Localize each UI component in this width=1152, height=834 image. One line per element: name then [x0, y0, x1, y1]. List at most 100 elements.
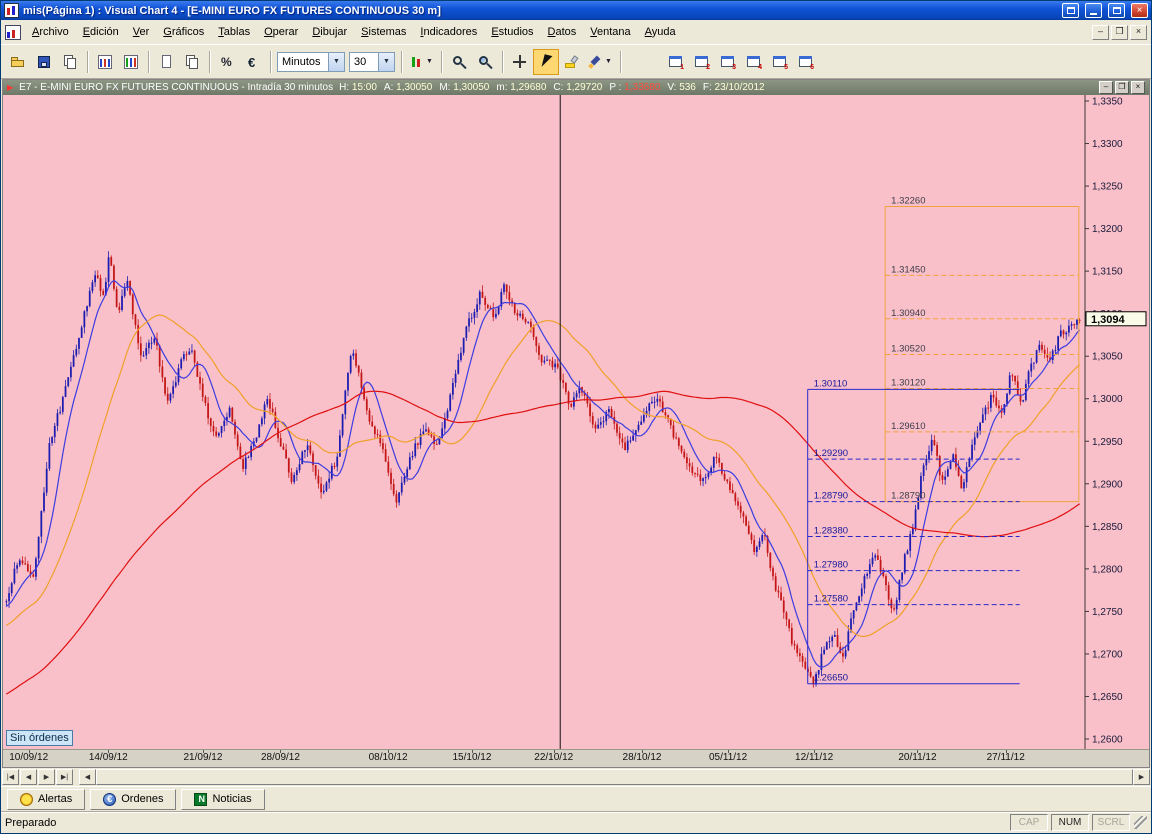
toolbar-separator	[620, 51, 621, 73]
cursor-button[interactable]	[533, 49, 559, 75]
nav-next-button[interactable]: ▶	[38, 769, 55, 785]
svg-text:1,3350: 1,3350	[1092, 97, 1123, 108]
svg-text:1,3050: 1,3050	[1092, 352, 1123, 363]
bar-chart-button[interactable]	[92, 49, 118, 75]
scrollbar-thumb[interactable]	[96, 769, 1133, 785]
pen-icon	[587, 54, 603, 70]
svg-text:1,3200: 1,3200	[1092, 224, 1123, 235]
close-button[interactable]: ×	[1131, 3, 1148, 18]
bar-chart-alt-icon	[123, 54, 139, 70]
svg-text:1.27980: 1.27980	[814, 560, 848, 571]
svg-text:1.30110: 1.30110	[814, 378, 848, 389]
menu-item-ayuda[interactable]: Ayuda	[638, 23, 683, 41]
scroll-right-arrow[interactable]: ▶	[1133, 769, 1150, 785]
svg-text:1.29290: 1.29290	[814, 448, 848, 459]
toolbar-separator	[270, 51, 271, 73]
menu-item-edicion[interactable]: Edición	[76, 23, 126, 41]
candle-chart-button[interactable]: ▼	[406, 49, 437, 75]
nav-first-button[interactable]: |◀	[2, 769, 19, 785]
open-button[interactable]	[5, 49, 31, 75]
tab-label: Alertas	[38, 793, 72, 805]
tab-ordenes[interactable]: Ordenes	[90, 789, 176, 810]
link-window-1-button[interactable]: 1	[663, 49, 689, 75]
percent-button[interactable]	[214, 49, 240, 75]
svg-text:1.30120: 1.30120	[891, 378, 925, 389]
nav-last-button[interactable]: ▶|	[56, 769, 73, 785]
new-page-icon	[158, 54, 174, 70]
timeframe-select[interactable]: Minutos▼	[277, 52, 345, 72]
percent-icon	[219, 54, 235, 70]
zoom-in-button[interactable]	[472, 49, 498, 75]
mdi-minimize-button[interactable]: –	[1092, 25, 1109, 40]
horizontal-scrollbar[interactable]: ◀ ▶	[79, 769, 1150, 785]
menu-item-indicadores[interactable]: Indicadores	[413, 23, 484, 41]
menu-item-graficos[interactable]: Gráficos	[156, 23, 211, 41]
svg-text:1,2950: 1,2950	[1092, 437, 1123, 448]
x-axis-band: 10/09/1214/09/1221/09/1228/09/1208/10/12…	[3, 749, 1149, 767]
copy-button[interactable]	[57, 49, 83, 75]
menu-item-operar[interactable]: Operar	[257, 23, 305, 41]
chart-field-label: P :	[609, 82, 621, 93]
menu-item-archivo[interactable]: Archivo	[25, 23, 76, 41]
link-window-3-button[interactable]: 3	[715, 49, 741, 75]
dropdown-arrow-icon[interactable]: ▼	[424, 51, 435, 73]
menu-item-tablas[interactable]: Tablas	[211, 23, 257, 41]
toolbar-separator	[401, 51, 402, 73]
chart-restore-button[interactable]: ❒	[1115, 81, 1129, 94]
menu-item-dibujar[interactable]: Dibujar	[305, 23, 354, 41]
period-select-dropdown-arrow-icon[interactable]: ▼	[378, 53, 394, 71]
mdi-close-button[interactable]: ×	[1130, 25, 1147, 40]
menu-item-datos[interactable]: Datos	[541, 23, 584, 41]
x-axis-date: 28/10/12	[623, 752, 662, 763]
save-button[interactable]	[31, 49, 57, 75]
pages-button[interactable]	[179, 49, 205, 75]
link-window-5-button[interactable]: 5	[767, 49, 793, 75]
news-icon	[194, 793, 207, 806]
zoom-out-icon	[451, 54, 467, 70]
mdi-restore-button[interactable]: ❒	[1111, 25, 1128, 40]
menu-item-ventana[interactable]: Ventana	[583, 23, 637, 41]
menu-item-estudios[interactable]: Estudios	[484, 23, 540, 41]
highlighter-button[interactable]	[559, 49, 585, 75]
tab-noticias[interactable]: Noticias	[181, 789, 264, 810]
new-page-button[interactable]	[153, 49, 179, 75]
x-axis-date: 20/11/12	[898, 752, 936, 763]
link-window-4-button[interactable]: 4	[741, 49, 767, 75]
svg-text:1.28790: 1.28790	[814, 491, 848, 502]
menu-item-ver[interactable]: Ver	[126, 23, 157, 41]
pages-icon	[184, 54, 200, 70]
chart-window: ▶ E7 - E-MINI EURO FX FUTURES CONTINUOUS…	[2, 79, 1150, 768]
svg-text:1,2900: 1,2900	[1092, 479, 1123, 490]
chart-document-icon[interactable]	[5, 25, 21, 40]
window-extra-button[interactable]	[1062, 3, 1079, 18]
period-select[interactable]: 30▼	[349, 52, 395, 72]
menu-bar: ArchivoEdiciónVerGráficosTablasOperarDib…	[1, 20, 1151, 45]
scroll-left-arrow[interactable]: ◀	[79, 769, 96, 785]
dropdown-arrow-icon[interactable]: ▼	[603, 51, 614, 73]
link-window-6-icon: 6	[798, 54, 814, 70]
svg-text:1,3300: 1,3300	[1092, 139, 1123, 150]
bar-chart-alt-button[interactable]	[118, 49, 144, 75]
chart-canvas[interactable]: 1.322601.314501.309401.305201.301201.296…	[3, 95, 1149, 749]
link-window-6-button[interactable]: 6	[793, 49, 819, 75]
crosshair-button[interactable]	[507, 49, 533, 75]
x-axis-date: 21/09/12	[184, 752, 223, 763]
menu-item-sistemas[interactable]: Sistemas	[354, 23, 413, 41]
nav-prev-button[interactable]: ◀	[20, 769, 37, 785]
link-window-2-button[interactable]: 2	[689, 49, 715, 75]
zoom-out-button[interactable]	[446, 49, 472, 75]
euro-button[interactable]	[240, 49, 266, 75]
svg-text:1,3094: 1,3094	[1091, 314, 1126, 326]
svg-text:1,2600: 1,2600	[1092, 735, 1123, 746]
chart-field-label: A:	[384, 82, 393, 93]
resize-grip[interactable]	[1134, 816, 1147, 829]
tab-alertas[interactable]: Alertas	[7, 789, 85, 810]
minimize-button[interactable]	[1085, 3, 1102, 18]
pen-button[interactable]: ▼	[585, 49, 616, 75]
chart-field-label: V:	[667, 82, 676, 93]
bar-chart-icon	[97, 54, 113, 70]
restore-button[interactable]	[1108, 3, 1125, 18]
chart-minimize-button[interactable]: –	[1099, 81, 1113, 94]
chart-close-button[interactable]: ×	[1131, 81, 1145, 94]
timeframe-select-dropdown-arrow-icon[interactable]: ▼	[328, 53, 344, 71]
